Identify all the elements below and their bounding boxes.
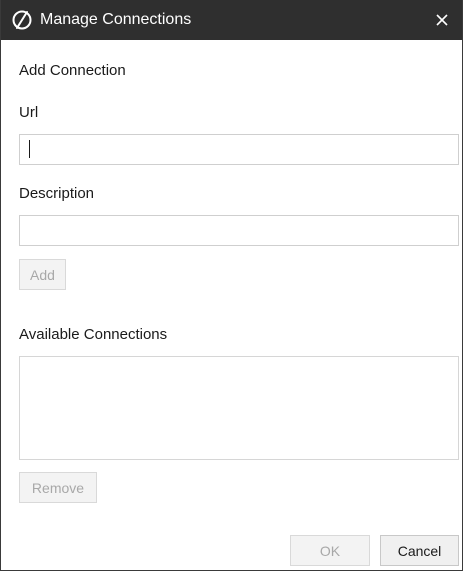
ok-button[interactable]: OK bbox=[290, 535, 370, 566]
connections-list[interactable] bbox=[19, 356, 459, 460]
add-button[interactable]: Add bbox=[19, 259, 66, 290]
title-bar: Manage Connections bbox=[1, 0, 462, 40]
description-label: Description bbox=[19, 185, 95, 202]
available-connections-label: Available Connections bbox=[19, 326, 168, 343]
app-logo-icon bbox=[11, 9, 33, 31]
url-label: Url bbox=[19, 104, 39, 121]
manage-connections-dialog: Manage Connections Add Connection Url De… bbox=[0, 0, 463, 571]
cancel-button[interactable]: Cancel bbox=[380, 535, 459, 566]
description-input[interactable] bbox=[19, 215, 459, 246]
url-input[interactable] bbox=[19, 134, 459, 165]
remove-button[interactable]: Remove bbox=[19, 472, 97, 503]
text-caret bbox=[29, 140, 30, 158]
add-connection-heading: Add Connection bbox=[19, 62, 126, 79]
window-title: Manage Connections bbox=[40, 11, 192, 28]
close-icon[interactable] bbox=[430, 8, 454, 32]
